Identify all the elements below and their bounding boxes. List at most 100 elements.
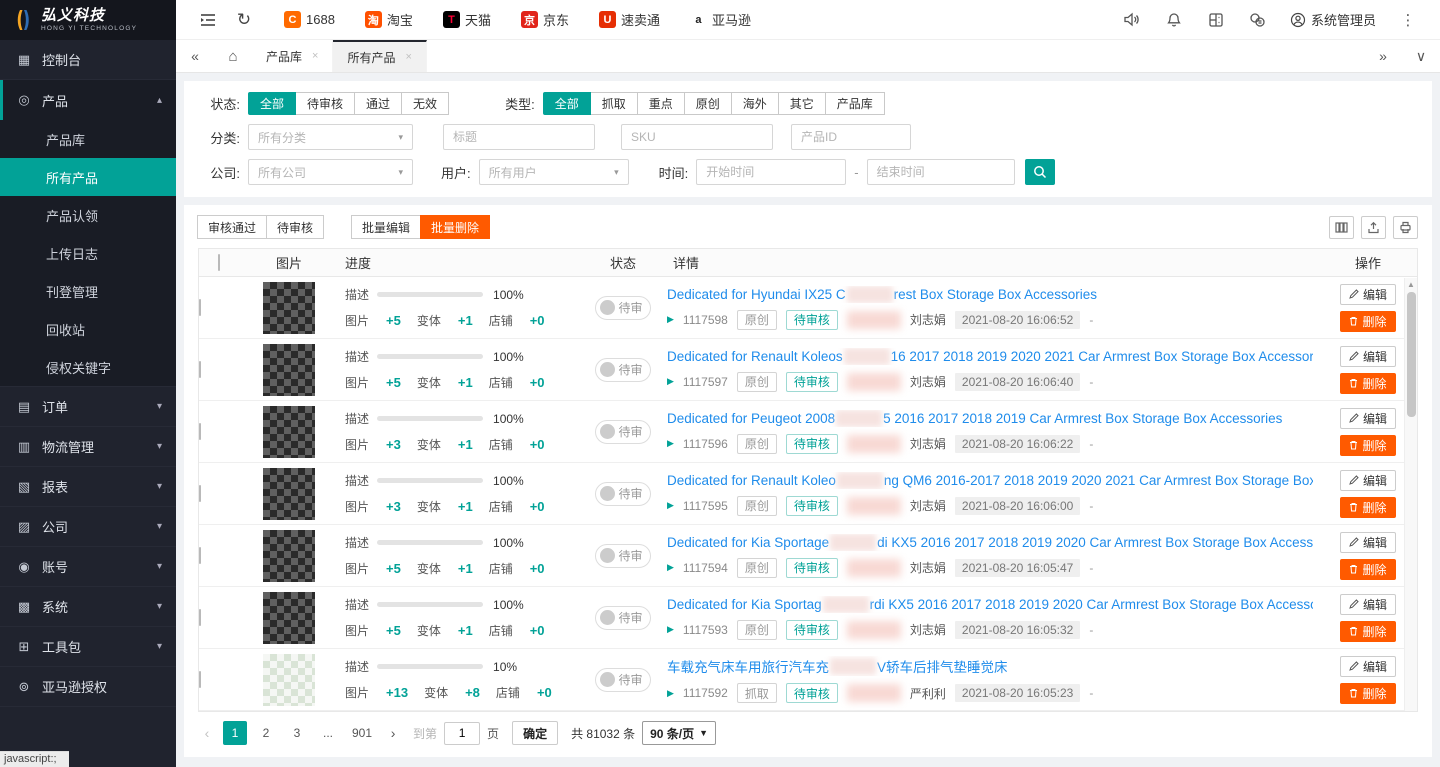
delete-button[interactable]: 删除 (1340, 311, 1396, 332)
edit-button[interactable]: 编辑 (1340, 346, 1396, 367)
product-title-link[interactable]: Dedicated for Peugeot 2008 5 2016 2017 2… (667, 410, 1313, 427)
page-number[interactable]: 901 (347, 721, 377, 745)
title-input[interactable] (443, 124, 595, 150)
notifications-bell-icon[interactable] (1156, 2, 1192, 38)
page-number[interactable]: 1 (223, 721, 247, 745)
sidebar-group-item[interactable]: ▥ 物流管理 ▾ (0, 427, 176, 467)
table-scrollbar[interactable]: ▲ (1404, 278, 1417, 711)
announcement-icon[interactable] (1114, 2, 1150, 38)
per-page-select[interactable]: 90 条/页 ▼ (642, 721, 716, 745)
marketplace-link[interactable]: T 天猫 (443, 10, 491, 29)
delete-button[interactable]: 删除 (1340, 497, 1396, 518)
user-select[interactable]: 所有用户 ▾ (479, 159, 629, 185)
batch-delete-button[interactable]: 批量删除 (420, 215, 490, 239)
product-thumbnail[interactable] (263, 406, 315, 458)
export-icon[interactable] (1361, 216, 1386, 239)
sidebar-subitem[interactable]: 产品库 (0, 120, 176, 158)
product-title-link[interactable]: Dedicated for Kia Sportage di KX5 2016 2… (667, 534, 1313, 551)
start-time-input[interactable] (696, 159, 846, 185)
edit-button[interactable]: 编辑 (1340, 470, 1396, 491)
type-filter-button[interactable]: 原创 (684, 92, 732, 115)
page-number[interactable]: ... (316, 721, 340, 745)
page-number[interactable]: 3 (285, 721, 309, 745)
type-filter-button[interactable]: 全部 (543, 92, 591, 115)
sidebar-group-item[interactable]: ▤ 订单 ▾ (0, 387, 176, 427)
product-title-link[interactable]: Dedicated for Kia Sportag rdi KX5 2016 2… (667, 596, 1313, 613)
next-page-icon[interactable]: › (384, 725, 402, 741)
sidebar-group-item[interactable]: ▨ 公司 ▾ (0, 507, 176, 547)
play-icon[interactable]: ▶ (667, 376, 674, 387)
column-settings-icon[interactable] (1329, 216, 1354, 239)
edit-button[interactable]: 编辑 (1340, 656, 1396, 677)
row-checkbox[interactable] (199, 299, 201, 316)
sku-input[interactable] (621, 124, 773, 150)
set-pending-button[interactable]: 待审核 (266, 215, 324, 239)
type-filter-button[interactable]: 产品库 (825, 92, 885, 115)
type-filter-button[interactable]: 重点 (637, 92, 685, 115)
edit-button[interactable]: 编辑 (1340, 594, 1396, 615)
status-filter-button[interactable]: 待审核 (295, 92, 355, 115)
status-filter-button[interactable]: 通过 (354, 92, 402, 115)
product-thumbnail[interactable] (263, 282, 315, 334)
row-checkbox[interactable] (199, 547, 201, 564)
type-filter-button[interactable]: 海外 (731, 92, 779, 115)
row-checkbox[interactable] (199, 423, 201, 440)
collapse-sidebar-icon[interactable] (190, 2, 226, 38)
tab[interactable]: 所有产品 × (333, 40, 426, 72)
product-thumbnail[interactable] (263, 344, 315, 396)
tabs-scroll-right-icon[interactable]: » (1364, 40, 1402, 72)
delete-button[interactable]: 删除 (1340, 621, 1396, 642)
sidebar-subitem[interactable]: 所有产品 (0, 158, 176, 196)
sidebar-subitem[interactable]: 上传日志 (0, 234, 176, 272)
sidebar-group-item[interactable]: ▩ 系统 ▾ (0, 587, 176, 627)
product-thumbnail[interactable] (263, 654, 315, 706)
sidebar-subitem[interactable]: 回收站 (0, 310, 176, 348)
prev-page-icon[interactable]: ‹ (198, 725, 216, 741)
play-icon[interactable]: ▶ (667, 438, 674, 449)
product-thumbnail[interactable] (263, 468, 315, 520)
delete-button[interactable]: 删除 (1340, 683, 1396, 704)
product-title-link[interactable]: Dedicated for Renault Koleo ng QM6 2016-… (667, 472, 1313, 489)
home-tab-icon[interactable]: ⌂ (214, 40, 252, 72)
end-time-input[interactable] (867, 159, 1015, 185)
print-icon[interactable] (1393, 216, 1418, 239)
row-checkbox[interactable] (199, 609, 201, 626)
category-select[interactable]: 所有分类 ▾ (248, 124, 413, 150)
user-menu[interactable]: 系统管理员 (1282, 10, 1384, 29)
type-filter-button[interactable]: 抓取 (590, 92, 638, 115)
row-checkbox[interactable] (199, 361, 201, 378)
more-menu-icon[interactable]: ⋮ (1390, 2, 1426, 38)
marketplace-link[interactable]: 淘 淘宝 (365, 10, 413, 29)
edit-button[interactable]: 编辑 (1340, 408, 1396, 429)
sidebar-subitem[interactable]: 刊登管理 (0, 272, 176, 310)
play-icon[interactable]: ▶ (667, 562, 674, 573)
sidebar-group-item[interactable]: ▧ 报表 ▾ (0, 467, 176, 507)
play-icon[interactable]: ▶ (667, 688, 674, 699)
status-filter-button[interactable]: 无效 (401, 92, 449, 115)
product-thumbnail[interactable] (263, 530, 315, 582)
row-checkbox[interactable] (199, 671, 201, 688)
play-icon[interactable]: ▶ (667, 500, 674, 511)
status-filter-button[interactable]: 全部 (248, 92, 296, 115)
company-select[interactable]: 所有公司 ▾ (248, 159, 413, 185)
sidebar-subitem[interactable]: 产品认领 (0, 196, 176, 234)
sidebar-group-item[interactable]: ◉ 账号 ▾ (0, 547, 176, 587)
approve-button[interactable]: 审核通过 (197, 215, 267, 239)
sidebar-group-item[interactable]: ⊞ 工具包 ▾ (0, 627, 176, 667)
product-title-link[interactable]: Dedicated for Hyundai IX25 C rest Box St… (667, 286, 1313, 303)
scrollbar-thumb[interactable] (1407, 292, 1416, 417)
delete-button[interactable]: 删除 (1340, 435, 1396, 456)
product-id-input[interactable] (791, 124, 911, 150)
marketplace-link[interactable]: 京 京东 (521, 10, 569, 29)
sidebar-item-console[interactable]: ▦ 控制台 (0, 40, 176, 80)
play-icon[interactable]: ▶ (667, 314, 674, 325)
currency-exchange-icon[interactable] (1240, 2, 1276, 38)
tab[interactable]: 产品库 × (252, 40, 333, 72)
tab-close-icon[interactable]: × (312, 50, 318, 62)
marketplace-link[interactable]: a 亚马逊 (690, 10, 751, 29)
product-title-link[interactable]: 车载充气床车用旅行汽车充 V轿车后排气垫睡觉床 (667, 656, 1313, 676)
marketplace-link[interactable]: U 速卖通 (599, 10, 660, 29)
product-thumbnail[interactable] (263, 592, 315, 644)
delete-button[interactable]: 删除 (1340, 559, 1396, 580)
marketplace-link[interactable]: C 1688 (284, 11, 335, 28)
